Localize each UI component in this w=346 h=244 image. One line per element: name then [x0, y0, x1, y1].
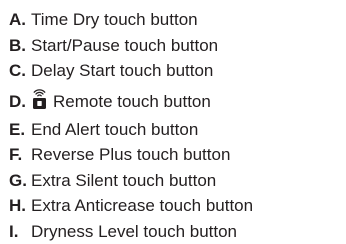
- legend-item-i: I. Dryness Level touch button: [9, 219, 253, 244]
- legend-item-b: B. Start/Pause touch button: [9, 33, 253, 59]
- item-letter: E.: [9, 121, 31, 138]
- legend-item-e: E. End Alert touch button: [9, 117, 253, 143]
- legend-item-g: G. Extra Silent touch button: [9, 168, 253, 194]
- legend-item-a: A. Time Dry touch button: [9, 7, 253, 33]
- item-label: Time Dry touch button: [31, 11, 198, 28]
- item-letter: I.: [9, 223, 31, 240]
- item-label: Delay Start touch button: [31, 62, 213, 79]
- button-legend-list: A. Time Dry touch button B. Start/Pause …: [9, 7, 253, 244]
- item-letter: C.: [9, 62, 31, 79]
- legend-item-d: D. Remote touch button: [9, 84, 253, 117]
- item-letter: G.: [9, 172, 31, 189]
- item-letter: D.: [9, 93, 31, 110]
- legend-item-h: H. Extra Anticrease touch button: [9, 193, 253, 219]
- legend-item-c: C. Delay Start touch button: [9, 58, 253, 84]
- item-label: Reverse Plus touch button: [31, 146, 230, 163]
- item-letter: B.: [9, 37, 31, 54]
- item-label: Dryness Level touch button: [31, 223, 237, 240]
- item-label: Extra Anticrease touch button: [31, 197, 253, 214]
- item-label: End Alert touch button: [31, 121, 198, 138]
- item-label: Remote touch button: [53, 93, 211, 110]
- item-label: Extra Silent touch button: [31, 172, 216, 189]
- item-letter: F.: [9, 146, 31, 163]
- item-letter: H.: [9, 197, 31, 214]
- remote-wifi-icon: [31, 88, 48, 110]
- item-letter: A.: [9, 11, 31, 28]
- legend-item-f: F. Reverse Plus touch button: [9, 142, 253, 168]
- item-label: Start/Pause touch button: [31, 37, 218, 54]
